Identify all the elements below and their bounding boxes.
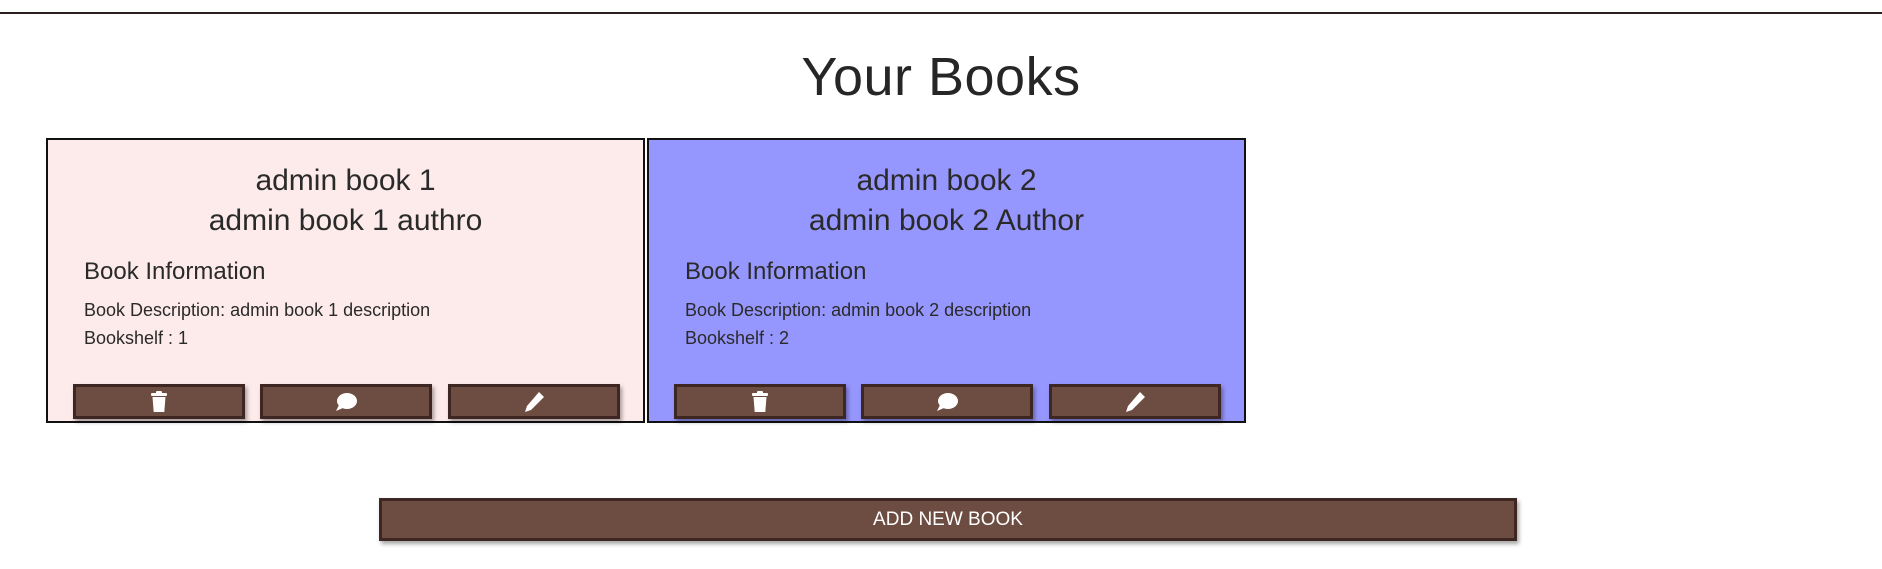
comment-icon [936, 392, 958, 412]
book-author: admin book 2 Author [808, 204, 1085, 237]
book-info-heading: Book Information [84, 258, 266, 285]
trash-icon [751, 390, 769, 413]
book-bookshelf: Bookshelf : 2 [685, 328, 790, 348]
book-info-heading: Book Information [685, 258, 867, 285]
delete-button[interactable] [73, 384, 245, 419]
book-description: Book Description: admin book 2 descripti… [685, 300, 1032, 320]
comment-button[interactable] [861, 384, 1033, 419]
book-title: admin book 2 [856, 164, 1037, 197]
page-title: Your Books [801, 47, 1081, 107]
book-description: Book Description: admin book 1 descripti… [84, 300, 431, 320]
delete-button[interactable] [674, 384, 846, 419]
book-card: admin book 2 admin book 2 Author Book In… [647, 138, 1246, 423]
pencil-icon [1124, 391, 1146, 413]
book-bookshelf: Bookshelf : 1 [84, 328, 189, 348]
book-author: admin book 1 authro [208, 204, 483, 237]
book-card: admin book 1 admin book 1 authro Book In… [46, 138, 645, 423]
header-divider [0, 12, 1882, 14]
comment-icon [335, 392, 357, 412]
add-new-book-button[interactable]: ADD NEW BOOK [379, 498, 1517, 541]
comment-button[interactable] [260, 384, 432, 419]
edit-button[interactable] [1049, 384, 1221, 419]
pencil-icon [523, 391, 545, 413]
book-title: admin book 1 [255, 164, 436, 197]
edit-button[interactable] [448, 384, 620, 419]
trash-icon [150, 390, 168, 413]
